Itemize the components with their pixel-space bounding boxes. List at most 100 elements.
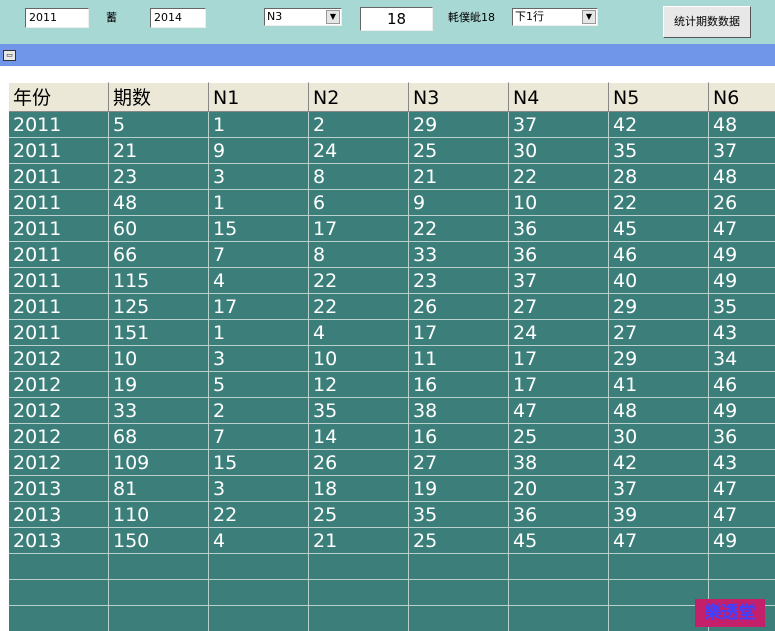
table-cell[interactable]: 36 <box>709 424 775 450</box>
table-row[interactable]: 2011 66 7 8 33 36 46 49 <box>9 242 775 268</box>
table-cell[interactable]: 2011 <box>9 112 109 138</box>
table-cell[interactable]: 9 <box>209 138 309 164</box>
table-cell[interactable]: 4 <box>309 320 409 346</box>
table-cell[interactable]: 1 <box>209 112 309 138</box>
table-cell[interactable]: 115 <box>109 268 209 294</box>
table-cell[interactable]: 28 <box>609 164 709 190</box>
table-cell[interactable]: 15 <box>209 450 309 476</box>
column-header[interactable]: N1 <box>209 82 309 112</box>
table-cell[interactable]: 3 <box>209 476 309 502</box>
table-cell[interactable] <box>309 554 409 580</box>
table-cell[interactable]: 47 <box>709 476 775 502</box>
table-cell[interactable]: 4 <box>209 528 309 554</box>
data-grid[interactable]: 年份 期数 N1 N2 N3 N4 N5 N6 2011 5 1 2 29 37 42 48 2011 21 9 24… <box>9 82 775 631</box>
year-to-input[interactable]: 2014 <box>150 8 206 28</box>
table-row[interactable]: 2012 33 2 35 38 47 48 49 <box>9 398 775 424</box>
column-header[interactable]: N5 <box>609 82 709 112</box>
table-cell[interactable] <box>309 606 409 631</box>
table-cell[interactable]: 2011 <box>9 138 109 164</box>
table-cell[interactable] <box>209 554 309 580</box>
table-cell[interactable] <box>109 580 209 606</box>
table-cell[interactable]: 8 <box>309 242 409 268</box>
table-cell[interactable]: 4 <box>209 268 309 294</box>
table-cell[interactable]: 17 <box>509 346 609 372</box>
table-cell[interactable]: 68 <box>109 424 209 450</box>
column-header[interactable]: N3 <box>409 82 509 112</box>
table-cell[interactable]: 37 <box>509 268 609 294</box>
table-cell[interactable]: 37 <box>609 476 709 502</box>
table-cell[interactable]: 22 <box>409 216 509 242</box>
table-cell[interactable]: 25 <box>509 424 609 450</box>
table-cell[interactable]: 2011 <box>9 242 109 268</box>
column-select[interactable]: N3 ▼ <box>264 8 342 26</box>
table-cell[interactable] <box>609 554 709 580</box>
table-cell[interactable]: 48 <box>709 164 775 190</box>
table-cell[interactable]: 49 <box>709 398 775 424</box>
table-cell[interactable]: 151 <box>109 320 209 346</box>
table-cell[interactable]: 37 <box>709 138 775 164</box>
table-cell[interactable]: 29 <box>609 346 709 372</box>
table-cell[interactable]: 47 <box>709 502 775 528</box>
table-cell[interactable] <box>709 554 775 580</box>
table-cell[interactable]: 2012 <box>9 450 109 476</box>
table-cell[interactable]: 3 <box>209 164 309 190</box>
chevron-down-icon[interactable]: ▼ <box>326 10 340 24</box>
table-cell[interactable]: 6 <box>309 190 409 216</box>
table-cell[interactable]: 30 <box>509 138 609 164</box>
table-row[interactable]: 2011 21 9 24 25 30 35 37 <box>9 138 775 164</box>
table-cell[interactable]: 33 <box>109 398 209 424</box>
table-cell[interactable]: 35 <box>609 138 709 164</box>
table-cell[interactable]: 60 <box>109 216 209 242</box>
table-cell[interactable]: 66 <box>109 242 209 268</box>
table-cell[interactable]: 30 <box>609 424 709 450</box>
table-row[interactable]: 2011 60 15 17 22 36 45 47 <box>9 216 775 242</box>
table-cell[interactable]: 22 <box>309 294 409 320</box>
table-cell[interactable]: 109 <box>109 450 209 476</box>
number-input[interactable]: 18 <box>360 7 433 31</box>
table-cell[interactable]: 42 <box>609 112 709 138</box>
table-row[interactable]: 2012 68 7 14 16 25 30 36 <box>9 424 775 450</box>
table-cell[interactable]: 22 <box>509 164 609 190</box>
table-cell[interactable] <box>409 554 509 580</box>
table-cell[interactable]: 110 <box>109 502 209 528</box>
empty-row[interactable] <box>9 554 775 580</box>
table-cell[interactable]: 7 <box>209 424 309 450</box>
table-row[interactable]: 2011 23 3 8 21 22 28 48 <box>9 164 775 190</box>
table-cell[interactable]: 42 <box>609 450 709 476</box>
column-header[interactable]: 年份 <box>9 82 109 112</box>
table-cell[interactable]: 5 <box>109 112 209 138</box>
table-cell[interactable]: 10 <box>509 190 609 216</box>
table-cell[interactable]: 26 <box>709 190 775 216</box>
table-cell[interactable]: 2011 <box>9 216 109 242</box>
table-row[interactable]: 2011 151 1 4 17 24 27 43 <box>9 320 775 346</box>
table-cell[interactable]: 10 <box>109 346 209 372</box>
table-row[interactable]: 2011 115 4 22 23 37 40 49 <box>9 268 775 294</box>
table-cell[interactable]: 46 <box>709 372 775 398</box>
table-cell[interactable]: 17 <box>409 320 509 346</box>
table-cell[interactable]: 26 <box>309 450 409 476</box>
column-header[interactable]: 期数 <box>109 82 209 112</box>
table-cell[interactable]: 38 <box>509 450 609 476</box>
table-cell[interactable]: 2012 <box>9 398 109 424</box>
table-cell[interactable]: 22 <box>209 502 309 528</box>
table-cell[interactable]: 18 <box>309 476 409 502</box>
table-cell[interactable]: 36 <box>509 502 609 528</box>
table-cell[interactable]: 34 <box>709 346 775 372</box>
table-cell[interactable]: 81 <box>109 476 209 502</box>
row-select[interactable]: 下1行 ▼ <box>512 8 598 26</box>
table-cell[interactable]: 36 <box>509 216 609 242</box>
stat-button[interactable]: 统计期数数据 <box>663 6 751 38</box>
table-cell[interactable]: 48 <box>109 190 209 216</box>
table-cell[interactable]: 2 <box>209 398 309 424</box>
table-cell[interactable]: 2012 <box>9 372 109 398</box>
table-cell[interactable]: 16 <box>409 424 509 450</box>
column-header[interactable]: N4 <box>509 82 609 112</box>
table-cell[interactable] <box>509 606 609 631</box>
table-cell[interactable] <box>509 580 609 606</box>
table-cell[interactable]: 23 <box>409 268 509 294</box>
table-cell[interactable] <box>309 580 409 606</box>
table-cell[interactable]: 23 <box>109 164 209 190</box>
table-row[interactable]: 2013 110 22 25 35 36 39 47 <box>9 502 775 528</box>
table-cell[interactable]: 21 <box>309 528 409 554</box>
table-cell[interactable]: 20 <box>509 476 609 502</box>
